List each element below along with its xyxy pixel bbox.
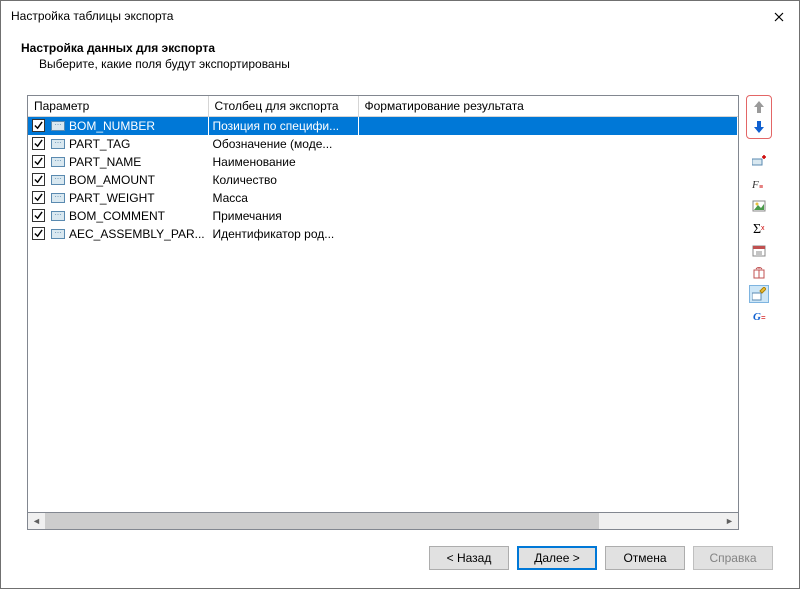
export-column-cell[interactable]: Идентификатор род...: [208, 225, 358, 243]
svg-text:≡: ≡: [759, 184, 763, 191]
scroll-right-icon[interactable]: ►: [721, 513, 738, 529]
row-checkbox[interactable]: [32, 137, 45, 150]
format-cell[interactable]: [358, 117, 738, 135]
table-row: [28, 423, 738, 441]
parameter-name: BOM_NUMBER: [69, 119, 155, 133]
table-row: [28, 279, 738, 297]
export-column-cell[interactable]: Наименование: [208, 153, 358, 171]
export-table[interactable]: Параметр Столбец для экспорта Форматиров…: [27, 95, 739, 513]
row-checkbox[interactable]: [32, 155, 45, 168]
svg-text:x: x: [761, 225, 765, 232]
reorder-buttons-group: [746, 95, 772, 139]
property-icon: [51, 175, 65, 185]
formula-fx-icon[interactable]: F≡: [749, 175, 769, 193]
add-property-icon[interactable]: [749, 153, 769, 171]
arrow-up-icon: [753, 100, 765, 114]
back-button[interactable]: < Назад: [429, 546, 509, 570]
picture-icon[interactable]: [749, 197, 769, 215]
edit-cell-icon[interactable]: [749, 285, 769, 303]
table-row: [28, 351, 738, 369]
table-row: [28, 297, 738, 315]
row-checkbox[interactable]: [32, 119, 45, 132]
format-cell[interactable]: [358, 135, 738, 153]
row-checkbox[interactable]: [32, 191, 45, 204]
svg-text:Σ: Σ: [753, 222, 761, 235]
close-icon: [774, 12, 784, 22]
parameter-name: BOM_COMMENT: [69, 209, 165, 223]
parameter-name: PART_WEIGHT: [69, 191, 155, 205]
table-row: [28, 405, 738, 423]
format-cell[interactable]: [358, 171, 738, 189]
table-row[interactable]: BOM_COMMENT Примечания: [28, 207, 738, 225]
sigma-icon[interactable]: Σx: [749, 219, 769, 237]
row-checkbox[interactable]: [32, 209, 45, 222]
parameter-name: PART_TAG: [69, 137, 130, 151]
parameter-name: PART_NAME: [69, 155, 141, 169]
table-row[interactable]: PART_NAME Наименование: [28, 153, 738, 171]
table-row: [28, 315, 738, 333]
property-icon: [51, 139, 65, 149]
close-button[interactable]: [767, 7, 791, 27]
export-column-cell[interactable]: Обозначение (моде...: [208, 135, 358, 153]
horizontal-scrollbar[interactable]: ◄ ►: [27, 513, 739, 530]
table-row[interactable]: AEC_ASSEMBLY_PAR...Идентификатор род...: [28, 225, 738, 243]
table-row: [28, 261, 738, 279]
next-button[interactable]: Далее >: [517, 546, 597, 570]
page-subheading: Выберите, какие поля будут экспортирован…: [39, 57, 779, 71]
property-icon: [51, 157, 65, 167]
table-row: [28, 243, 738, 261]
window-title: Настройка таблицы экспорта: [11, 7, 173, 23]
property-icon: [51, 121, 65, 131]
table-row: [28, 387, 738, 405]
page-heading: Настройка данных для экспорта: [21, 41, 779, 55]
export-column-cell[interactable]: Количество: [208, 171, 358, 189]
svg-text:=: =: [761, 313, 766, 322]
format-cell[interactable]: [358, 207, 738, 225]
export-column-cell[interactable]: Масса: [208, 189, 358, 207]
property-icon: [51, 193, 65, 203]
parameter-name: BOM_AMOUNT: [69, 173, 155, 187]
property-icon: [51, 211, 65, 221]
svg-text:G: G: [753, 311, 761, 323]
move-up-button[interactable]: [749, 98, 769, 116]
format-cell[interactable]: [358, 225, 738, 243]
table-row[interactable]: BOM_NUMBER Позиция по специфи...: [28, 117, 738, 135]
scroll-left-icon[interactable]: ◄: [28, 513, 45, 529]
table-row: [28, 441, 738, 459]
table-row[interactable]: BOM_AMOUNT Количество: [28, 171, 738, 189]
group-gift-icon[interactable]: [749, 263, 769, 281]
cancel-button[interactable]: Отмена: [605, 546, 685, 570]
column-header-parameter[interactable]: Параметр: [28, 96, 208, 117]
format-cell[interactable]: [358, 189, 738, 207]
global-g-icon[interactable]: G=: [749, 307, 769, 325]
arrow-down-icon: [753, 120, 765, 134]
format-cell[interactable]: [358, 153, 738, 171]
svg-text:F: F: [752, 179, 759, 191]
table-row[interactable]: PART_WEIGHT Масса: [28, 189, 738, 207]
export-column-cell[interactable]: Позиция по специфи...: [208, 117, 358, 135]
move-down-button[interactable]: [749, 118, 769, 136]
property-icon: [51, 229, 65, 239]
parameter-name: AEC_ASSEMBLY_PAR...: [69, 227, 205, 241]
calendar-icon[interactable]: [749, 241, 769, 259]
row-checkbox[interactable]: [32, 173, 45, 186]
table-row: [28, 369, 738, 387]
column-header-format[interactable]: Форматирование результата: [358, 96, 738, 117]
export-column-cell[interactable]: Примечания: [208, 207, 358, 225]
table-row: [28, 333, 738, 351]
row-checkbox[interactable]: [32, 227, 45, 240]
table-row[interactable]: PART_TAG Обозначение (моде...: [28, 135, 738, 153]
help-button: Справка: [693, 546, 773, 570]
column-header-export[interactable]: Столбец для экспорта: [208, 96, 358, 117]
